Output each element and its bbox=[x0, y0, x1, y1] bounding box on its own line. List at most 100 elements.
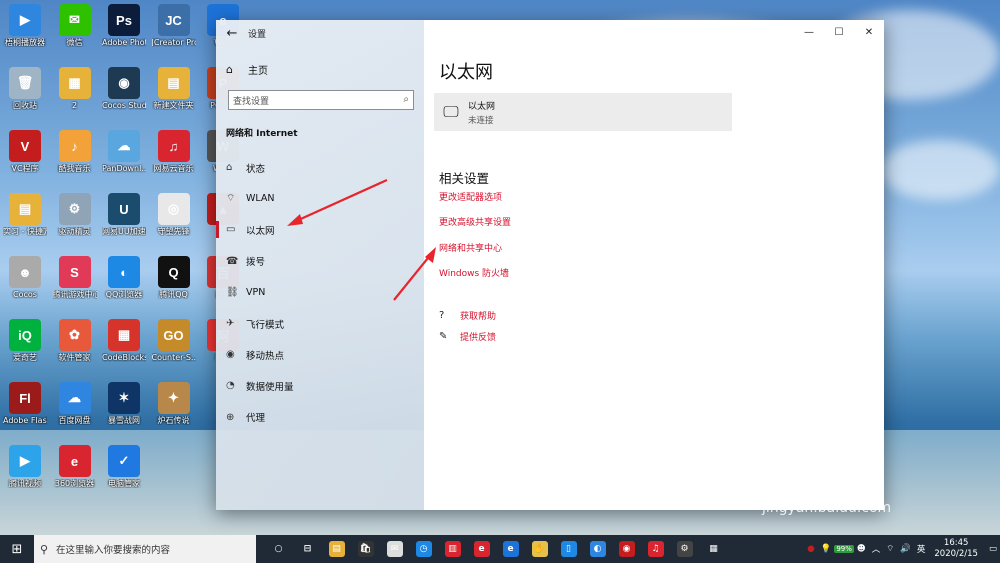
360-browser-icon[interactable]: e bbox=[467, 535, 496, 563]
home-label: 主页 bbox=[248, 66, 268, 77]
battery-indicator[interactable]: 99% bbox=[834, 545, 854, 553]
desktop-icon[interactable]: ☻ Cocos bbox=[3, 256, 47, 299]
app-icon: V bbox=[9, 130, 41, 162]
back-arrow-icon[interactable]: ← bbox=[216, 26, 248, 41]
app-icon: ▤ bbox=[157, 67, 190, 99]
desktop-icon[interactable]: e 360浏览器 bbox=[53, 445, 97, 488]
taskbar-glyph: ○ bbox=[274, 544, 283, 554]
desktop-icon[interactable]: ▦ 2 bbox=[53, 67, 97, 110]
desktop-icon[interactable]: ☁ PanDownl... 快捷方式 bbox=[102, 130, 146, 173]
desktop-icon[interactable]: V VC程序 bbox=[3, 130, 47, 173]
nav-item[interactable]: ◉ 移动热点 bbox=[216, 339, 424, 370]
mail-icon[interactable]: ✉ bbox=[380, 535, 409, 563]
home-link[interactable]: ⌂ 主页 bbox=[226, 62, 268, 77]
nav-label: 代理 bbox=[246, 413, 266, 425]
desktop-icon[interactable]: ⚙ 驱动精灵 bbox=[53, 193, 97, 236]
desktop-icon[interactable]: ▦ CodeBlocks bbox=[102, 319, 146, 362]
clock[interactable]: 16:45 2020/2/15 bbox=[934, 538, 978, 560]
qq-tray-icon[interactable]: ☻ bbox=[857, 544, 866, 554]
desktop-icon[interactable]: GO Counter-S... Global Off... bbox=[152, 319, 196, 362]
page-title: 以太网 bbox=[439, 62, 493, 83]
desktop-icon[interactable]: ▤ 实习 - 快捷方式 bbox=[3, 193, 47, 236]
calc-app-icon[interactable]: ▦ bbox=[699, 535, 728, 563]
get-help-link[interactable]: ? 获取帮助 bbox=[439, 309, 496, 322]
desktop-icon[interactable]: Ps Adobe Photosh... bbox=[102, 4, 146, 47]
desktop-icon[interactable]: 🗑 回收站 bbox=[3, 67, 47, 110]
netease-music-icon[interactable]: ♫ bbox=[641, 535, 670, 563]
desktop-icon[interactable]: ◉ Cocos Studio bbox=[102, 67, 146, 110]
desktop-icon[interactable]: ✓ 电脑管家 bbox=[102, 445, 146, 488]
maximize-icon[interactable]: ☐ bbox=[824, 20, 854, 46]
taskbar-glyph: ▤ bbox=[328, 541, 345, 557]
feedback-link[interactable]: ✎ 提供反馈 bbox=[439, 330, 496, 343]
nav-item[interactable]: ◔ 数据使用量 bbox=[216, 370, 424, 401]
nav-item[interactable]: ⌔ WLAN bbox=[216, 183, 424, 214]
desktop-icon-label: 腾讯游戏中心 bbox=[52, 290, 97, 299]
nav-item[interactable]: ⌂ 状态 bbox=[216, 152, 424, 183]
desktop-icon[interactable]: ♫ 网易云音乐 bbox=[152, 130, 196, 173]
windows-start-icon[interactable]: ⊞ bbox=[0, 542, 34, 557]
nav-label: 以太网 bbox=[246, 225, 275, 237]
notification-icon[interactable]: ▭ bbox=[989, 544, 997, 554]
ime-indicator[interactable]: 英 bbox=[917, 543, 926, 555]
nav-item[interactable]: ✈ 飞行模式 bbox=[216, 308, 424, 339]
sticky-app-icon[interactable]: ✋ bbox=[525, 535, 554, 563]
minimize-icon[interactable]: — bbox=[794, 20, 824, 46]
settings-search-input[interactable]: 查找设置 ⌕ bbox=[228, 90, 414, 110]
desktop-icon[interactable]: U 网易UU加速器 bbox=[102, 193, 146, 236]
desktop-icon[interactable]: ◎ 守望先锋 bbox=[152, 193, 196, 236]
taskbar-glyph: e bbox=[502, 541, 519, 557]
ethernet-connection-card[interactable]: 🖵 以太网 未连接 bbox=[434, 93, 732, 131]
bulb-icon[interactable]: 💡 bbox=[821, 544, 832, 554]
red-app-icon[interactable]: ▥ bbox=[438, 535, 467, 563]
app-icon: ▦ bbox=[108, 319, 140, 351]
desktop-icon[interactable]: ✉ 微信 bbox=[53, 4, 97, 47]
desktop-icon[interactable]: JC JCreator Pro bbox=[152, 4, 196, 47]
vc-app-icon[interactable]: ◉ bbox=[612, 535, 641, 563]
desktop-icon[interactable]: ✶ 暴雪战网 bbox=[102, 382, 146, 425]
desktop-icon[interactable]: Q 腾讯QQ bbox=[152, 256, 196, 299]
close-icon[interactable]: ✕ bbox=[854, 20, 884, 46]
nav-item[interactable]: ☎ 拨号 bbox=[216, 246, 424, 277]
wifi-icon[interactable]: ⌔ bbox=[886, 544, 894, 554]
link-adapter-options[interactable]: 更改适配器选项 bbox=[439, 190, 502, 203]
desktop-icon-label: 酷我音乐 bbox=[58, 164, 91, 173]
desktop-icon-label: CodeBlocks bbox=[102, 353, 146, 362]
desktop-icon[interactable]: ▶ 腾讯视频 bbox=[3, 445, 47, 488]
edge-icon[interactable]: e bbox=[496, 535, 525, 563]
desktop-icon[interactable]: S 腾讯游戏中心 bbox=[53, 256, 97, 299]
link-network-sharing-center[interactable]: 网络和共享中心 bbox=[439, 241, 502, 254]
desktop-icon[interactable]: Fl Adobe Flash Professio... bbox=[3, 382, 47, 425]
desktop-icon[interactable]: ▶ 梧桐播放器 bbox=[3, 4, 47, 47]
nav-item[interactable]: ▭ 以太网 bbox=[216, 214, 424, 245]
desktop-icon[interactable]: ♪ 酷我音乐 bbox=[53, 130, 97, 173]
nav-item[interactable]: ⛓ VPN bbox=[216, 277, 424, 308]
nav-item[interactable]: ⊕ 代理 bbox=[216, 402, 424, 433]
clock-app-icon[interactable]: ◷ bbox=[409, 535, 438, 563]
task-view-icon[interactable]: ○ bbox=[264, 535, 293, 563]
multitask-icon[interactable]: ⊟ bbox=[293, 535, 322, 563]
desktop-icon[interactable]: ✦ 炉石传说 bbox=[152, 382, 196, 425]
qq-browser-icon[interactable]: ◐ bbox=[583, 535, 612, 563]
link-advanced-sharing[interactable]: 更改高级共享设置 bbox=[439, 215, 511, 228]
desktop-icon[interactable]: ◐ QQ浏览器 bbox=[102, 256, 146, 299]
search-icon[interactable]: ⌕ bbox=[403, 94, 409, 105]
desktop-icon[interactable]: ✿ 软件管家 bbox=[53, 319, 97, 362]
link-windows-firewall[interactable]: Windows 防火墙 bbox=[439, 266, 509, 279]
chevron-up-icon[interactable]: ︿ bbox=[872, 543, 881, 555]
volume-icon[interactable]: 🔊 bbox=[900, 544, 911, 554]
phone-app-icon[interactable]: ▯ bbox=[554, 535, 583, 563]
settings-window: ← 设置 ⌂ 主页 查找设置 ⌕ 网络和 Internet ⌂ 状态 ⌔ WLAN ▭ 以… bbox=[216, 20, 884, 510]
desktop-icon-label: PanDownl... 快捷方式 bbox=[102, 164, 146, 173]
app-tray-icon[interactable]: ● bbox=[807, 544, 814, 554]
desktop-icon[interactable]: ▤ 新建文件夹 bbox=[152, 67, 196, 110]
desktop-icon[interactable]: ☁ 百度网盘 bbox=[53, 382, 97, 425]
taskbar-search-box[interactable]: ⚲ 在这里输入你要搜索的内容 bbox=[34, 535, 256, 563]
settings-app-icon[interactable]: ⚙ bbox=[670, 535, 699, 563]
app-icon: ✿ bbox=[58, 319, 91, 351]
app-icon: ♫ bbox=[157, 130, 190, 162]
file-explorer-icon[interactable]: ▤ bbox=[322, 535, 351, 563]
app-icon: Ps bbox=[108, 4, 140, 36]
desktop-icon[interactable]: iQ 爱奇艺 bbox=[3, 319, 47, 362]
store-icon[interactable]: 🛍 bbox=[351, 535, 380, 563]
